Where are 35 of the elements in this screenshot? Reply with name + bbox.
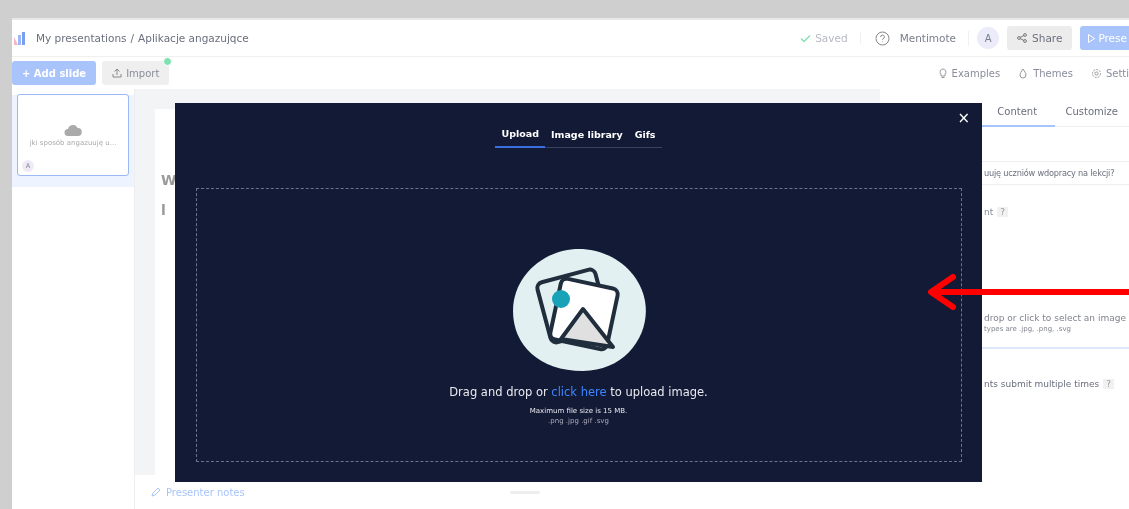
check-icon [800, 33, 812, 43]
examples-link[interactable]: Examples [951, 67, 1001, 79]
breadcrumb-separator: / [130, 32, 135, 44]
word-cloud-icon [64, 123, 82, 137]
share-icon [1017, 33, 1028, 43]
breadcrumb-link[interactable]: Aplikacje angazujqce [138, 32, 249, 44]
help-badge[interactable]: ? [1103, 379, 1114, 389]
option-label: nts submit multiple times [984, 379, 1100, 389]
upload-instruction: Drag and drop or click here to upload image. [449, 385, 708, 399]
close-button[interactable]: × [953, 109, 974, 127]
slide-title: l [161, 201, 166, 220]
saved-status: Saved [815, 32, 848, 44]
help-icon[interactable] [874, 30, 890, 46]
pencil-icon [151, 487, 161, 497]
drop-icon [1018, 67, 1030, 79]
dialog-tab[interactable]: Gifs [628, 125, 662, 147]
dialog-tab[interactable]: Upload [495, 125, 545, 148]
play-icon [1088, 33, 1096, 43]
drop-hint: drop or click to select an image [984, 313, 1127, 323]
dialog-tab[interactable]: Image library [545, 125, 629, 147]
panel-tab[interactable]: Customize [1054, 97, 1129, 127]
logo-icon [14, 31, 28, 45]
settings-link[interactable]: Setti [1105, 67, 1129, 79]
click-here-link[interactable]: click here [551, 385, 607, 399]
mentimote-link[interactable]: Mentimote [899, 32, 957, 44]
user-avatar[interactable]: A [977, 27, 1000, 49]
field-label: nt [984, 207, 994, 217]
slide-title: W [161, 171, 177, 190]
share-button[interactable]: Share [1007, 26, 1073, 50]
breadcrumb-link[interactable]: My presentations [36, 32, 127, 44]
lightbulb-icon [937, 67, 948, 79]
themes-link[interactable]: Themes [1033, 67, 1073, 79]
help-badge[interactable]: ? [997, 207, 1008, 217]
settings-icon [1090, 67, 1102, 79]
upload-icon [112, 68, 123, 78]
